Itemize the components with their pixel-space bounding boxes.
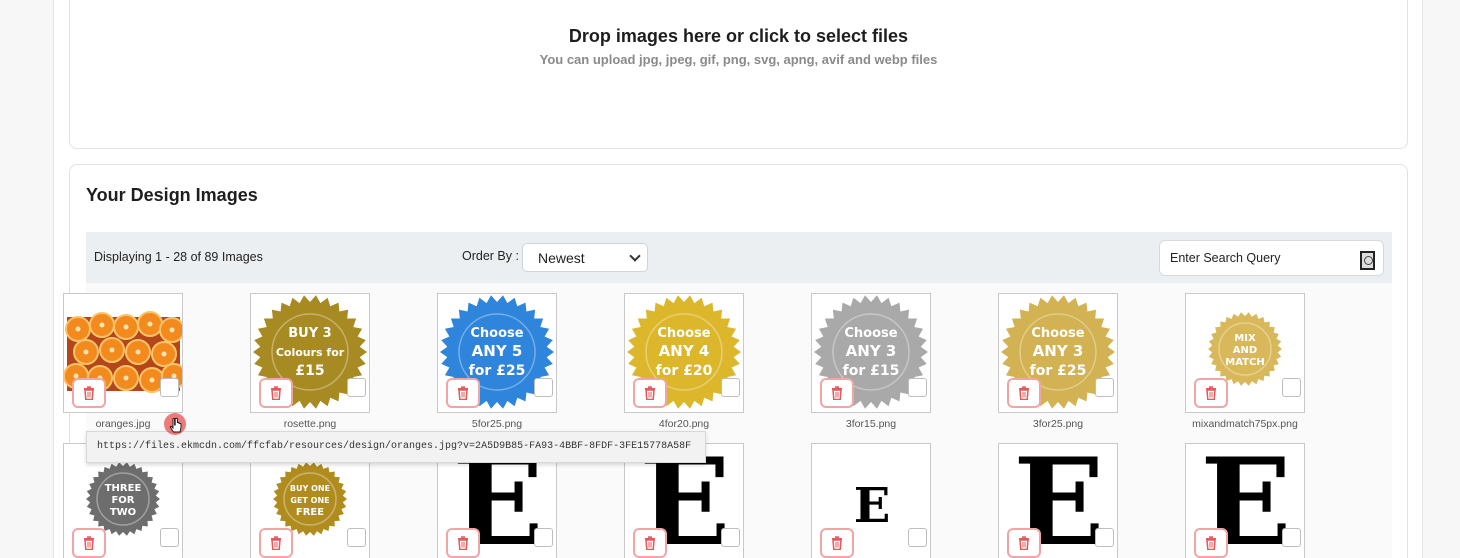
rosette-text: BUY 3 xyxy=(288,326,331,341)
delete-image-button[interactable] xyxy=(72,378,106,408)
rosette-text: GET ONE xyxy=(290,496,329,505)
image-tile[interactable]: Choose ANY 3 for £25 xyxy=(998,293,1118,413)
rosette-text: Choose xyxy=(1031,326,1084,341)
select-image-checkbox[interactable] xyxy=(1282,378,1301,397)
select-image-checkbox[interactable] xyxy=(347,528,366,547)
delete-image-button[interactable] xyxy=(633,378,667,408)
select-image-checkbox[interactable] xyxy=(721,378,740,397)
page-container: Drop images here or click to select file… xyxy=(53,0,1423,558)
delete-image-button[interactable] xyxy=(820,378,854,408)
rosette-text: ANY 5 xyxy=(472,342,523,360)
rosette-text: MIX xyxy=(1234,333,1256,344)
order-by-select[interactable]: Newest xyxy=(522,243,648,272)
rosette-text: Choose xyxy=(657,326,710,341)
dropzone-subtitle: You can upload jpg, jpeg, gif, png, svg,… xyxy=(539,52,938,67)
trash-icon xyxy=(84,536,94,550)
trash-icon xyxy=(458,386,468,400)
delete-image-button[interactable] xyxy=(1007,528,1041,558)
delete-image-button[interactable] xyxy=(72,528,106,558)
select-image-checkbox[interactable] xyxy=(534,378,553,397)
image-filename: mixandmatch75px.png xyxy=(1192,418,1298,430)
select-image-checkbox[interactable] xyxy=(160,378,179,397)
select-image-checkbox[interactable] xyxy=(1095,378,1114,397)
image-tile[interactable]: E xyxy=(811,443,931,558)
rosette-text: £15 xyxy=(295,363,324,379)
select-image-checkbox[interactable] xyxy=(1282,528,1301,547)
trash-icon xyxy=(271,386,281,400)
select-image-checkbox[interactable] xyxy=(908,528,927,547)
trash-icon xyxy=(1206,386,1216,400)
rosette-text: Choose xyxy=(844,326,897,341)
delete-image-button[interactable] xyxy=(446,528,480,558)
delete-image-button[interactable] xyxy=(1007,378,1041,408)
letter-glyph: E xyxy=(854,478,891,534)
select-image-checkbox[interactable] xyxy=(1095,528,1114,547)
delete-image-button[interactable] xyxy=(259,378,293,408)
select-image-checkbox[interactable] xyxy=(908,378,927,397)
search-input[interactable] xyxy=(1170,251,1355,265)
image-count: Displaying 1 - 28 of 89 Images xyxy=(94,250,263,264)
image-tile[interactable]: Choose ANY 5 for £25 xyxy=(437,293,557,413)
select-image-checkbox[interactable] xyxy=(347,378,366,397)
image-filename: 4for20.png xyxy=(658,418,710,430)
trash-icon xyxy=(84,386,94,400)
image-filename: 3for15.png xyxy=(845,418,897,430)
rosette-text: for £20 xyxy=(656,363,713,379)
rosette-text: AND xyxy=(1233,345,1257,356)
rosette-text: MATCH xyxy=(1225,357,1264,368)
image-filename: 5for25.png xyxy=(471,418,523,430)
rosette-text: for £25 xyxy=(469,363,526,379)
order-by-value: Newest xyxy=(538,250,585,266)
upload-dropzone[interactable]: Drop images here or click to select file… xyxy=(69,0,1408,149)
delete-image-button[interactable] xyxy=(259,528,293,558)
image-tile[interactable]: Choose ANY 4 for £20 xyxy=(624,293,744,413)
rosette-text: THREE xyxy=(105,483,142,494)
delete-image-button[interactable] xyxy=(1194,528,1228,558)
select-image-checkbox[interactable] xyxy=(160,528,179,547)
image-tile[interactable]: MIX AND MATCH xyxy=(1185,293,1305,413)
trash-icon xyxy=(458,536,468,550)
dropzone-title: Drop images here or click to select file… xyxy=(568,26,909,46)
delete-image-button[interactable] xyxy=(820,528,854,558)
images-toolbar: Displaying 1 - 28 of 89 Images Order By … xyxy=(86,232,1392,283)
trash-icon xyxy=(1019,536,1029,550)
image-tile[interactable]: BUY 3 Colours for £15 xyxy=(250,293,370,413)
section-title: Your Design Images xyxy=(86,185,258,205)
image-tile[interactable]: Choose ANY 3 for £15 xyxy=(811,293,931,413)
trash-icon xyxy=(832,536,842,550)
delete-image-button[interactable] xyxy=(446,378,480,408)
rosette-text: for £25 xyxy=(1030,363,1087,379)
rosette-text: for £15 xyxy=(843,363,900,379)
trash-icon xyxy=(645,386,655,400)
search-icon[interactable] xyxy=(1360,251,1375,270)
rosette-text: TWO xyxy=(110,507,136,518)
trash-icon xyxy=(832,386,842,400)
rosette-text: Choose xyxy=(470,326,523,341)
trash-icon xyxy=(1206,536,1216,550)
image-filename: 3for25.png xyxy=(1032,418,1084,430)
trash-icon xyxy=(271,536,281,550)
select-image-checkbox[interactable] xyxy=(534,528,553,547)
select-image-checkbox[interactable] xyxy=(721,528,740,547)
image-tile[interactable]: E xyxy=(1185,443,1305,558)
rosette-text: ANY 3 xyxy=(1033,342,1084,360)
trash-icon xyxy=(645,536,655,550)
delete-image-button[interactable] xyxy=(1194,378,1228,408)
chevron-down-icon xyxy=(629,250,641,262)
rosette-text: Colours for xyxy=(276,346,345,359)
trash-icon xyxy=(1019,386,1029,400)
order-by-label: Order By : xyxy=(462,249,519,263)
rosette-text: ANY 3 xyxy=(846,342,897,360)
rosette-text: FOR xyxy=(111,495,134,506)
rosette-text: ANY 4 xyxy=(659,342,710,360)
search-box xyxy=(1159,240,1384,276)
image-tile[interactable] xyxy=(63,293,183,413)
rosette-text: BUY ONE xyxy=(290,484,330,493)
image-filename: rosette.png xyxy=(283,418,337,430)
delete-image-button[interactable] xyxy=(633,528,667,558)
rosette-text: FREE xyxy=(296,507,324,518)
hand-cursor-icon xyxy=(164,413,186,435)
image-tile[interactable]: E xyxy=(998,443,1118,558)
